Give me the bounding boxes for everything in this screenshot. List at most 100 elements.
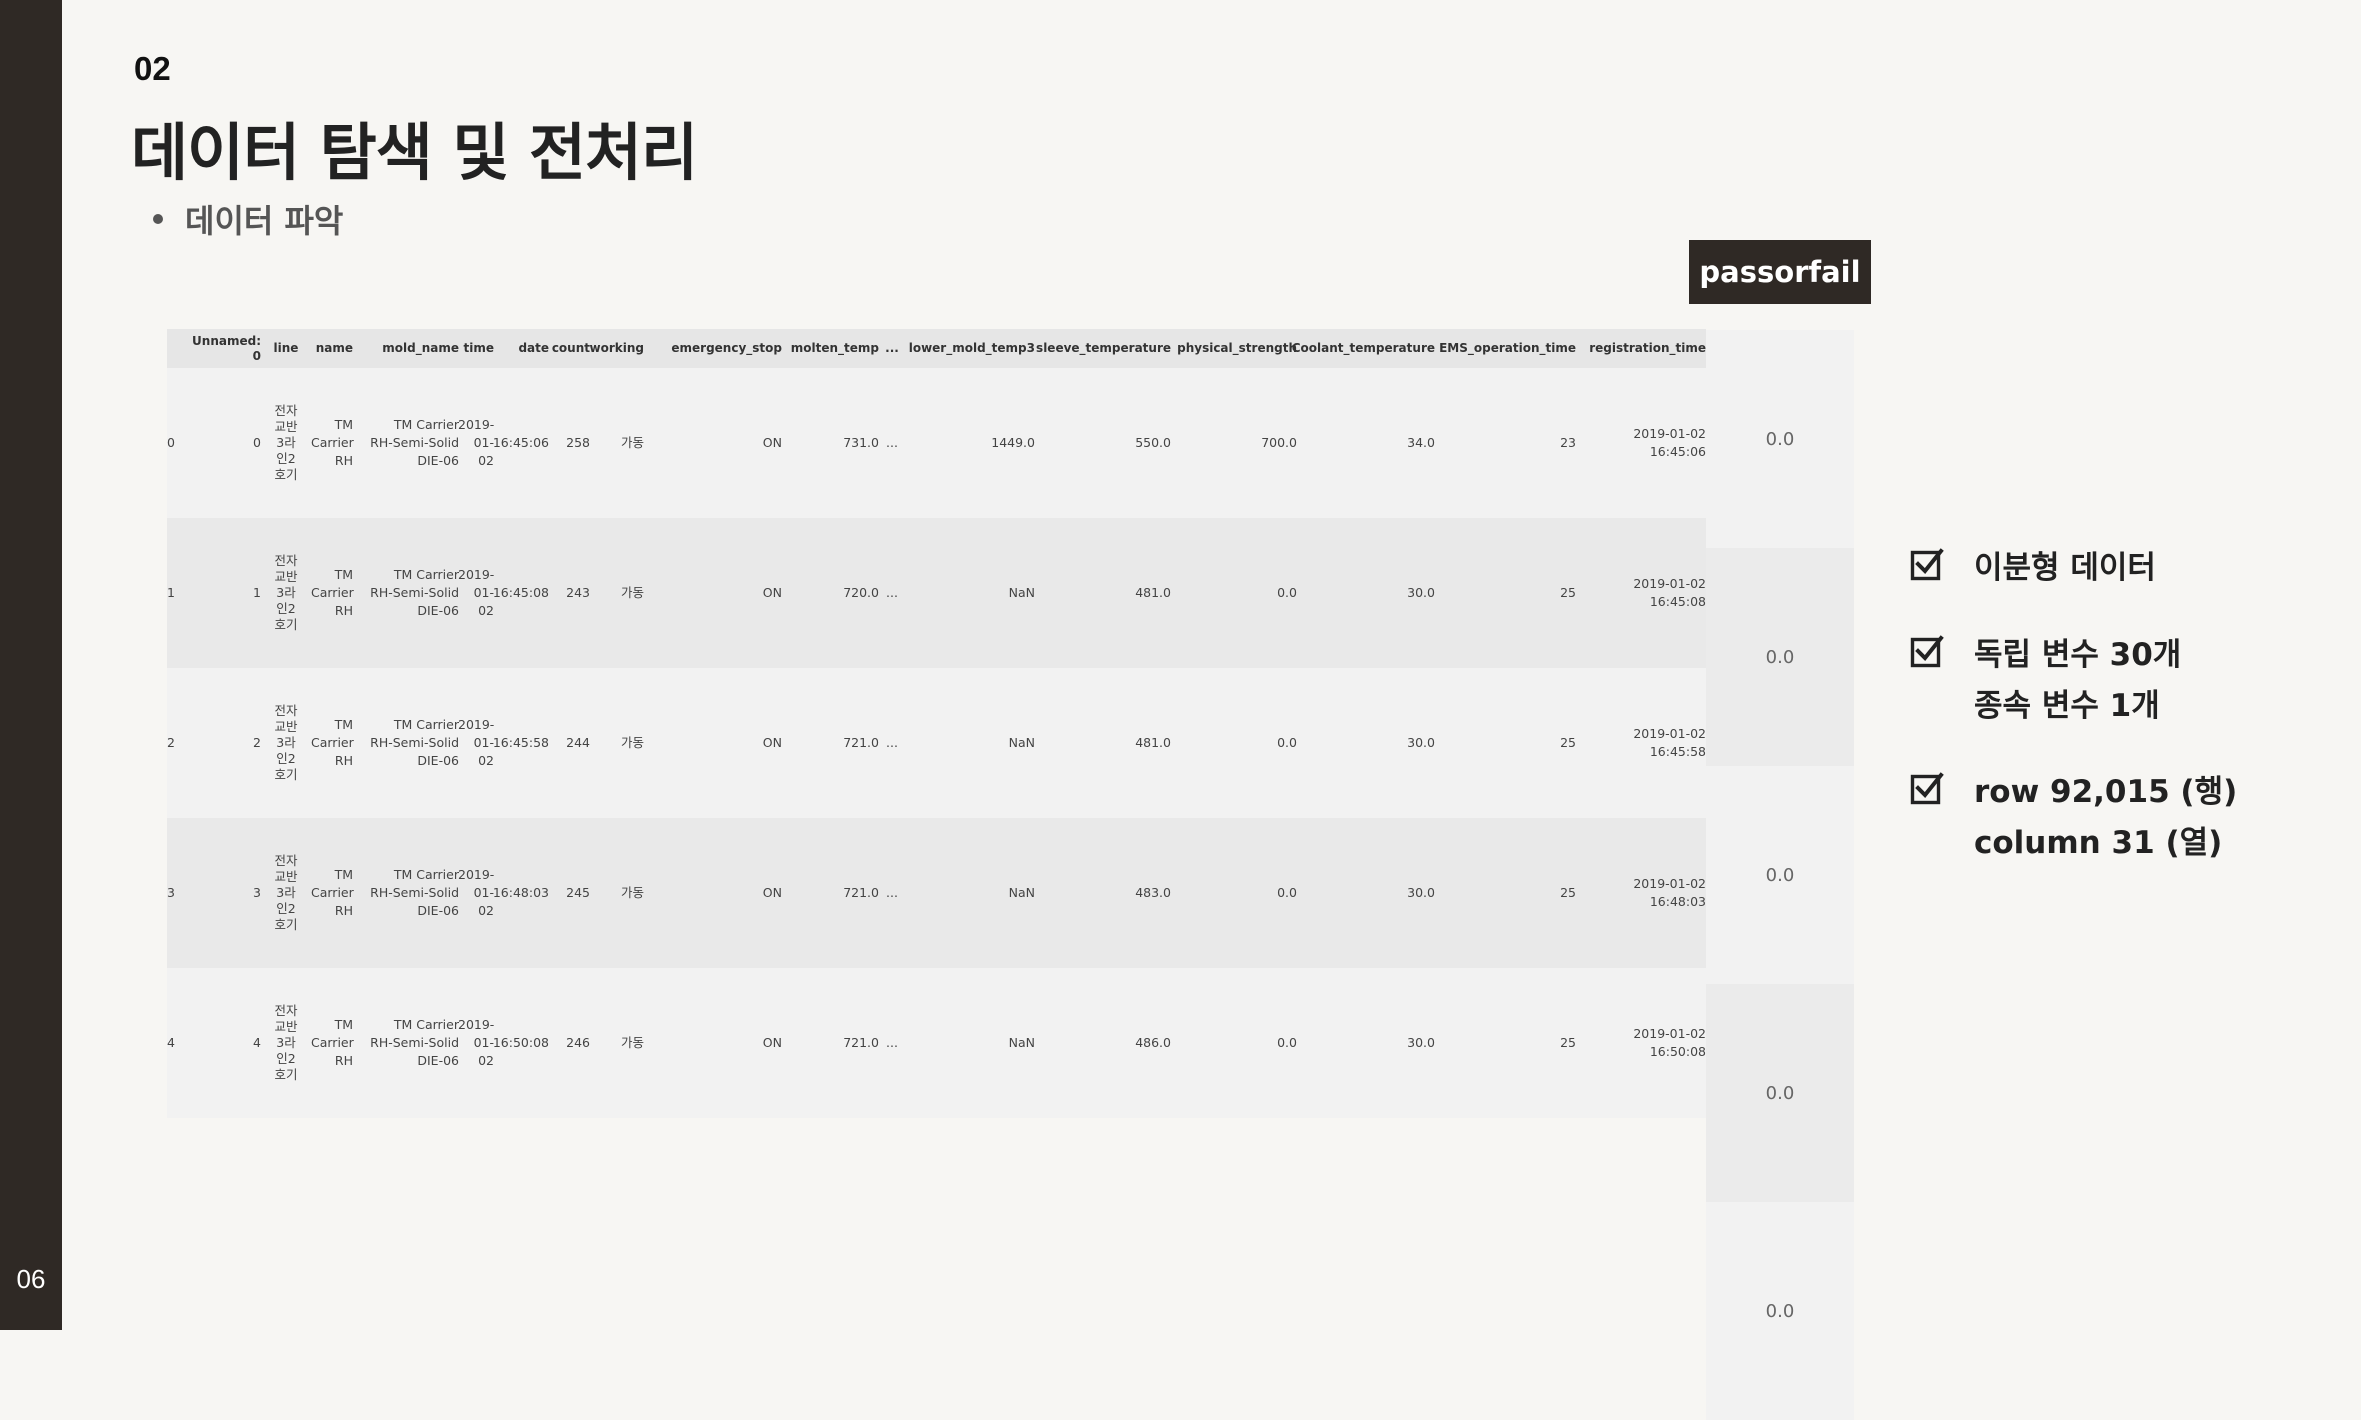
cell-count: 245 (552, 818, 590, 968)
cell-value: TM Carrier RH-Semi-Solid DIE-06 (370, 866, 459, 919)
cell-molten-temp: 731.0 (787, 368, 879, 518)
cell-ellipsis: ... (884, 518, 900, 668)
cell-value: 0.0 (1277, 1034, 1297, 1050)
cell-value: 0.0 (1277, 584, 1297, 600)
cell-sleeve-temperature: 481.0 (1041, 518, 1171, 668)
table-row: 1 1 전자교반3라인2호기 TM Carrier RH TM Carrier RH-S… (167, 518, 1706, 668)
cell-value: ... (886, 584, 898, 600)
cell-value: 2019-01-02 16:45:06 (1633, 425, 1706, 459)
cell-value: 2 (253, 734, 261, 750)
cell-value: ... (886, 734, 898, 750)
cell-value: 0.0 (1277, 734, 1297, 750)
table-row: 2 2 전자교반3라인2호기 TM Carrier RH TM Carrier RH-S… (167, 668, 1706, 818)
checklist-line: 종속 변수 1개 (1974, 688, 2160, 724)
column-header-molten-temp: molten_temp (790, 341, 879, 355)
cell-value: 481.0 (1135, 584, 1171, 600)
cell-value: ON (762, 584, 782, 600)
cell-value: 34.0 (1407, 434, 1435, 450)
column-header-line: line (273, 341, 299, 355)
cell-lower-mold-temp3: NaN (907, 518, 1035, 668)
cell-value: 2019-01-02 (458, 566, 495, 619)
cell-value: 23 (1560, 434, 1576, 450)
cell-value: 2019-01-02 (458, 866, 495, 919)
cell-mold-name: TM Carrier RH-Semi-Solid DIE-06 (359, 968, 459, 1118)
cell-name: TM Carrier RH (307, 668, 354, 818)
passorfail-value: 0.0 (1706, 766, 1854, 984)
cell-sleeve-temperature: 483.0 (1041, 818, 1171, 968)
cell-time: 2019-01-02 (450, 968, 494, 1118)
cell-mold-name: TM Carrier RH-Semi-Solid DIE-06 (359, 368, 459, 518)
cell-ellipsis: ... (884, 818, 900, 968)
cell-value: 가동 (620, 434, 644, 450)
cell-line: 전자교반3라인2호기 (273, 368, 299, 518)
cell-value: 가동 (620, 584, 644, 600)
cell-count: 258 (552, 368, 590, 518)
cell-value: 16:45:06 (492, 434, 549, 450)
cell-line: 전자교반3라인2호기 (273, 668, 299, 818)
cell-value: 16:50:08 (492, 1034, 549, 1050)
cell-time: 2019-01-02 (450, 518, 494, 668)
cell-value: ON (762, 1034, 782, 1050)
bullet-dot-icon (153, 214, 163, 224)
cell-value: 30.0 (1407, 584, 1435, 600)
page-number: 06 (16, 1264, 46, 1294)
cell-coolant-temperature: 30.0 (1303, 968, 1435, 1118)
cell-value: 전자교반3라인2호기 (274, 853, 298, 932)
column-header-emergency-stop: emergency_stop (671, 341, 782, 355)
checklist-item: row 92,015 (행) column 31 (열) (1910, 767, 2237, 869)
column-header-coolant-temperature: Coolant_temperature (1291, 341, 1435, 355)
cell-value: NaN (1008, 1034, 1035, 1050)
cell-value: 0 (167, 434, 175, 450)
cell-date: 16:45:08 (493, 518, 549, 668)
cell-value: 721.0 (843, 734, 879, 750)
cell-value: TM Carrier RH-Semi-Solid DIE-06 (370, 566, 459, 619)
cell-line: 전자교반3라인2호기 (273, 968, 299, 1118)
cell-value: 30.0 (1407, 884, 1435, 900)
cell-name: TM Carrier RH (307, 518, 354, 668)
cell-count: 246 (552, 968, 590, 1118)
cell-ellipsis: ... (884, 368, 900, 518)
table-row: 3 3 전자교반3라인2호기 TM Carrier RH TM Carrier RH-S… (167, 818, 1706, 968)
cell-value: 481.0 (1135, 734, 1171, 750)
cell-value: 16:45:58 (492, 734, 549, 750)
cell-value: 258 (566, 434, 590, 450)
cell-value: 731.0 (843, 434, 879, 450)
passorfail-value: 0.0 (1706, 330, 1854, 548)
cell-value: 25 (1560, 1034, 1576, 1050)
cell-emergency-stop: ON (672, 818, 782, 968)
cell-ems-operation-time: 25 (1440, 818, 1576, 968)
cell-value: 전자교반3라인2호기 (274, 703, 298, 782)
cell-lower-mold-temp3: NaN (907, 968, 1035, 1118)
cell-value: 550.0 (1135, 434, 1171, 450)
cell-physical-strength: 0.0 (1177, 518, 1297, 668)
column-header-sleeve-temperature: sleeve_temperature (1036, 341, 1171, 355)
cell-ems-operation-time: 25 (1440, 968, 1576, 1118)
cell-value: 243 (566, 584, 590, 600)
cell-mold-name: TM Carrier RH-Semi-Solid DIE-06 (359, 818, 459, 968)
cell-value: TM Carrier RH-Semi-Solid DIE-06 (370, 416, 459, 469)
cell-value: 가동 (620, 734, 644, 750)
cell-time: 2019-01-02 (450, 668, 494, 818)
cell-ems-operation-time: 25 (1440, 668, 1576, 818)
column-header-date: date (518, 341, 549, 355)
cell-ellipsis: ... (884, 668, 900, 818)
cell-index: 3 (167, 818, 185, 968)
column-header-registration-time: registration_time (1589, 341, 1706, 355)
cell-time: 2019-01-02 (450, 818, 494, 968)
cell-molten-temp: 721.0 (787, 668, 879, 818)
cell-value: 2019-01-02 16:48:03 (1633, 875, 1706, 909)
cell-physical-strength: 700.0 (1177, 368, 1297, 518)
cell-unnamed-0: 3 (187, 818, 261, 968)
cell-date: 16:50:08 (493, 968, 549, 1118)
cell-coolant-temperature: 34.0 (1303, 368, 1435, 518)
cell-value: 전자교반3라인2호기 (274, 403, 298, 482)
cell-value: ... (886, 884, 898, 900)
cell-date: 16:48:03 (493, 818, 549, 968)
cell-value: NaN (1008, 884, 1035, 900)
cell-value: 25 (1560, 584, 1576, 600)
cell-value: 25 (1560, 884, 1576, 900)
cell-value: 0 (253, 434, 261, 450)
cell-value: 4 (167, 1034, 175, 1050)
cell-index: 2 (167, 668, 185, 818)
checklist-item: 이분형 데이터 (1910, 543, 2156, 594)
